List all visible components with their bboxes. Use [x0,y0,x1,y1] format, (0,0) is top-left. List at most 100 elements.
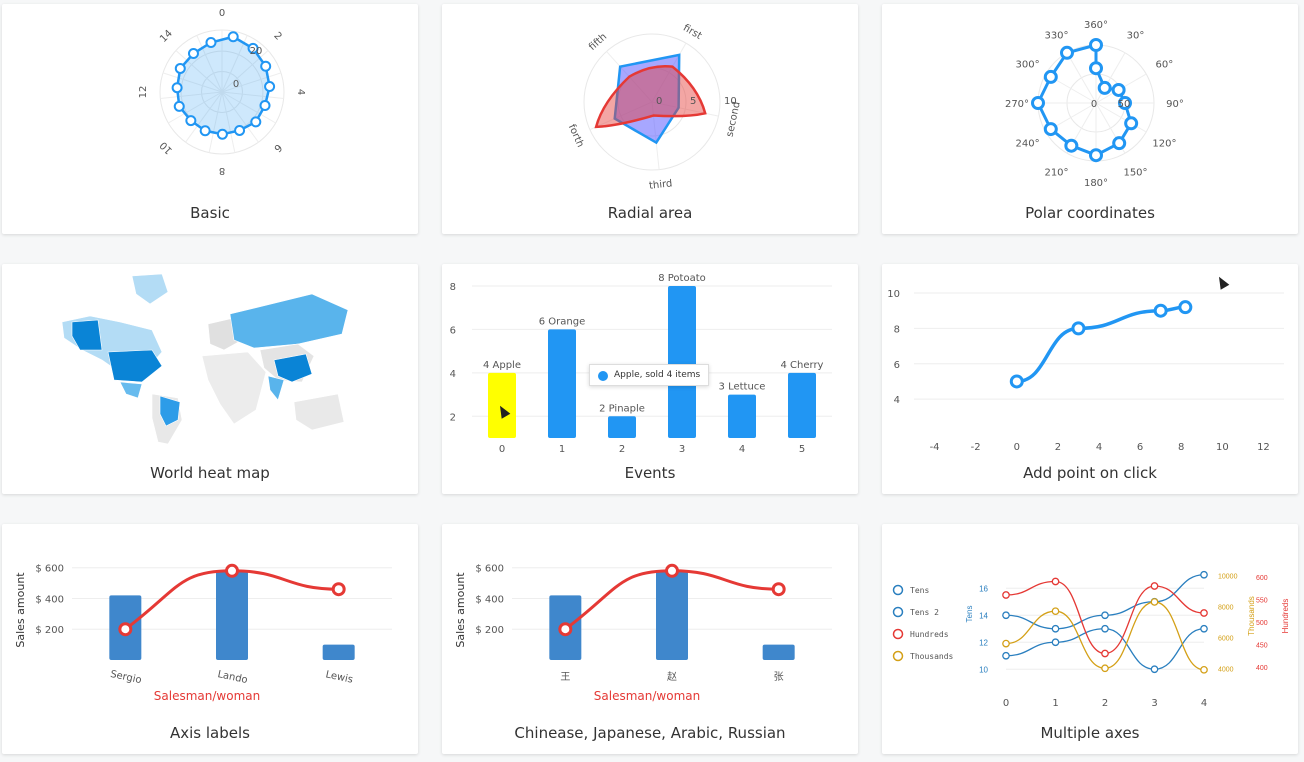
y-tick-label: $ 600 [475,564,504,575]
data-label: 2 Pinaple [599,403,645,414]
left-tick-label: 12 [979,638,988,647]
data-point [1089,148,1103,163]
russia-region [229,293,349,349]
data-point [1153,303,1168,318]
x-tick-label: 5 [799,444,805,455]
y-tick-label: $ 400 [475,594,504,605]
angle-tick-label: 120° [1152,139,1176,150]
angle-tick-label: 60° [1156,60,1174,71]
data-point [1060,45,1074,60]
angle-tick-label: first [681,23,703,42]
angle-tick-label: 14 [158,28,175,45]
data-point [1051,577,1060,586]
add-point-chart[interactable]: 4 6 8 10 -4 -2 0 2 4 6 8 10 12 [882,264,1298,464]
y-axis-title: Sales amount [454,572,467,648]
data-point [250,116,262,128]
data-point [1071,321,1086,336]
y-axis-title: Sales amount [14,572,27,648]
data-point [1178,300,1193,315]
y-tick-label: $ 400 [35,594,64,605]
data-point [187,48,199,60]
data-point [1101,664,1109,673]
y-tick-label: 6 [894,360,900,371]
x-tick-label: -2 [971,442,981,453]
radial-area-chart: firstsecondthirdforthfifth0 5 10 [566,23,743,192]
data-point [1150,582,1159,590]
x-tick-label: 6 [1137,442,1143,453]
data-point [1051,624,1060,633]
data-point [1097,80,1112,95]
angle-tick-label: 360° [1084,20,1108,31]
data-point [1200,609,1208,617]
card-title: Axis labels [170,724,250,742]
right-tick-label: 550 [1256,598,1268,605]
data-label: 4 Apple [483,360,521,371]
y-tick-label: 10 [887,289,900,300]
data-point [118,622,133,637]
card-title: Add point on click [1023,464,1157,482]
x-tick-label: 12 [1257,442,1270,453]
data-point [665,563,679,578]
card-events: 2 4 6 8 4 Apple 0 6 Orange 1 2 Pinaple 2 8 Potoato… [442,264,858,494]
angle-tick-label: third [649,178,673,191]
data-point [173,100,185,112]
axis-labels-chart: $ 200 $ 400 $ 600 Sergio Lando Lewis Salesman/… [14,563,392,703]
left-axis-title: Tens [965,606,974,623]
africa-region [201,351,267,425]
bar [668,286,696,438]
card-title: Events [624,464,676,482]
x-tick-label: 2 [1102,698,1108,709]
data-point [216,128,228,140]
legend-label: Thousands [910,652,954,661]
legend-label: Hundreds [910,630,949,639]
right-tick-label: 6000 [1218,635,1234,642]
data-point [205,36,217,48]
data-point [1112,136,1127,151]
bar [322,644,355,660]
data-point [227,31,239,43]
angle-tick-label: 2 [271,30,283,42]
i18n-chart: $ 200 $ 400 $ 600 王 赵 张 Salesman/woman Sales am… [454,563,832,703]
data-point [1101,611,1109,620]
left-tick-label: 14 [979,611,988,620]
y-tick-label: 6 [450,325,456,336]
radial-tick-label: 20 [250,46,263,57]
angle-tick-label: 6 [271,141,283,153]
data-point [1101,624,1109,633]
x-tick-label: 0 [1014,442,1020,453]
world-map[interactable] [2,264,418,464]
data-point [225,563,239,578]
radial-tick-label: 0 [233,79,239,90]
multiple-axes-chart: TensTens 2HundredsThousands10121416Tens4… [892,570,1290,709]
radial-tick-label: 50 [1118,99,1131,110]
angle-tick-label: 300° [1016,60,1040,71]
x-axis-title: Salesman/woman [594,689,700,703]
card-world-map: World heat map [2,264,418,494]
australia-region [293,393,345,431]
x-axis-title: Salesman/woman [154,689,260,703]
angle-tick-label: 270° [1005,99,1029,110]
angle-tick-label: 30° [1127,31,1145,42]
bar [788,372,816,438]
y-tick-label: 8 [450,282,456,293]
y-tick-label: 8 [894,324,900,335]
left-tick-label: 16 [979,584,988,593]
data-point [174,62,186,74]
x-tick-label: Lewis [324,669,353,686]
data-point [171,82,183,94]
data-point [1031,96,1045,110]
angle-tick-label: forth [566,123,586,149]
x-tick-label: 2 [1055,442,1061,453]
card-title: Chinease, Japanese, Arabic, Russian [514,724,786,742]
data-point [199,125,211,137]
card-add-point: 4 6 8 10 -4 -2 0 2 4 6 8 10 12 Add point on click [882,264,1298,494]
y-tick-label: $ 200 [35,625,64,636]
right-tick-label: 500 [1256,620,1268,627]
angle-tick-label: 4 [295,89,306,95]
card-i18n: $ 200 $ 400 $ 600 王 赵 张 Salesman/woman Sales am… [442,524,858,754]
right-axis-title: Thousands [1247,596,1256,636]
angle-tick-label: 8 [219,165,225,176]
legend-label: Tens 2 [910,608,939,617]
y-tick-label: $ 600 [35,564,64,575]
basic-radar-chart: 0 2 4 6 8 10 12 14 0 20 [138,8,306,176]
